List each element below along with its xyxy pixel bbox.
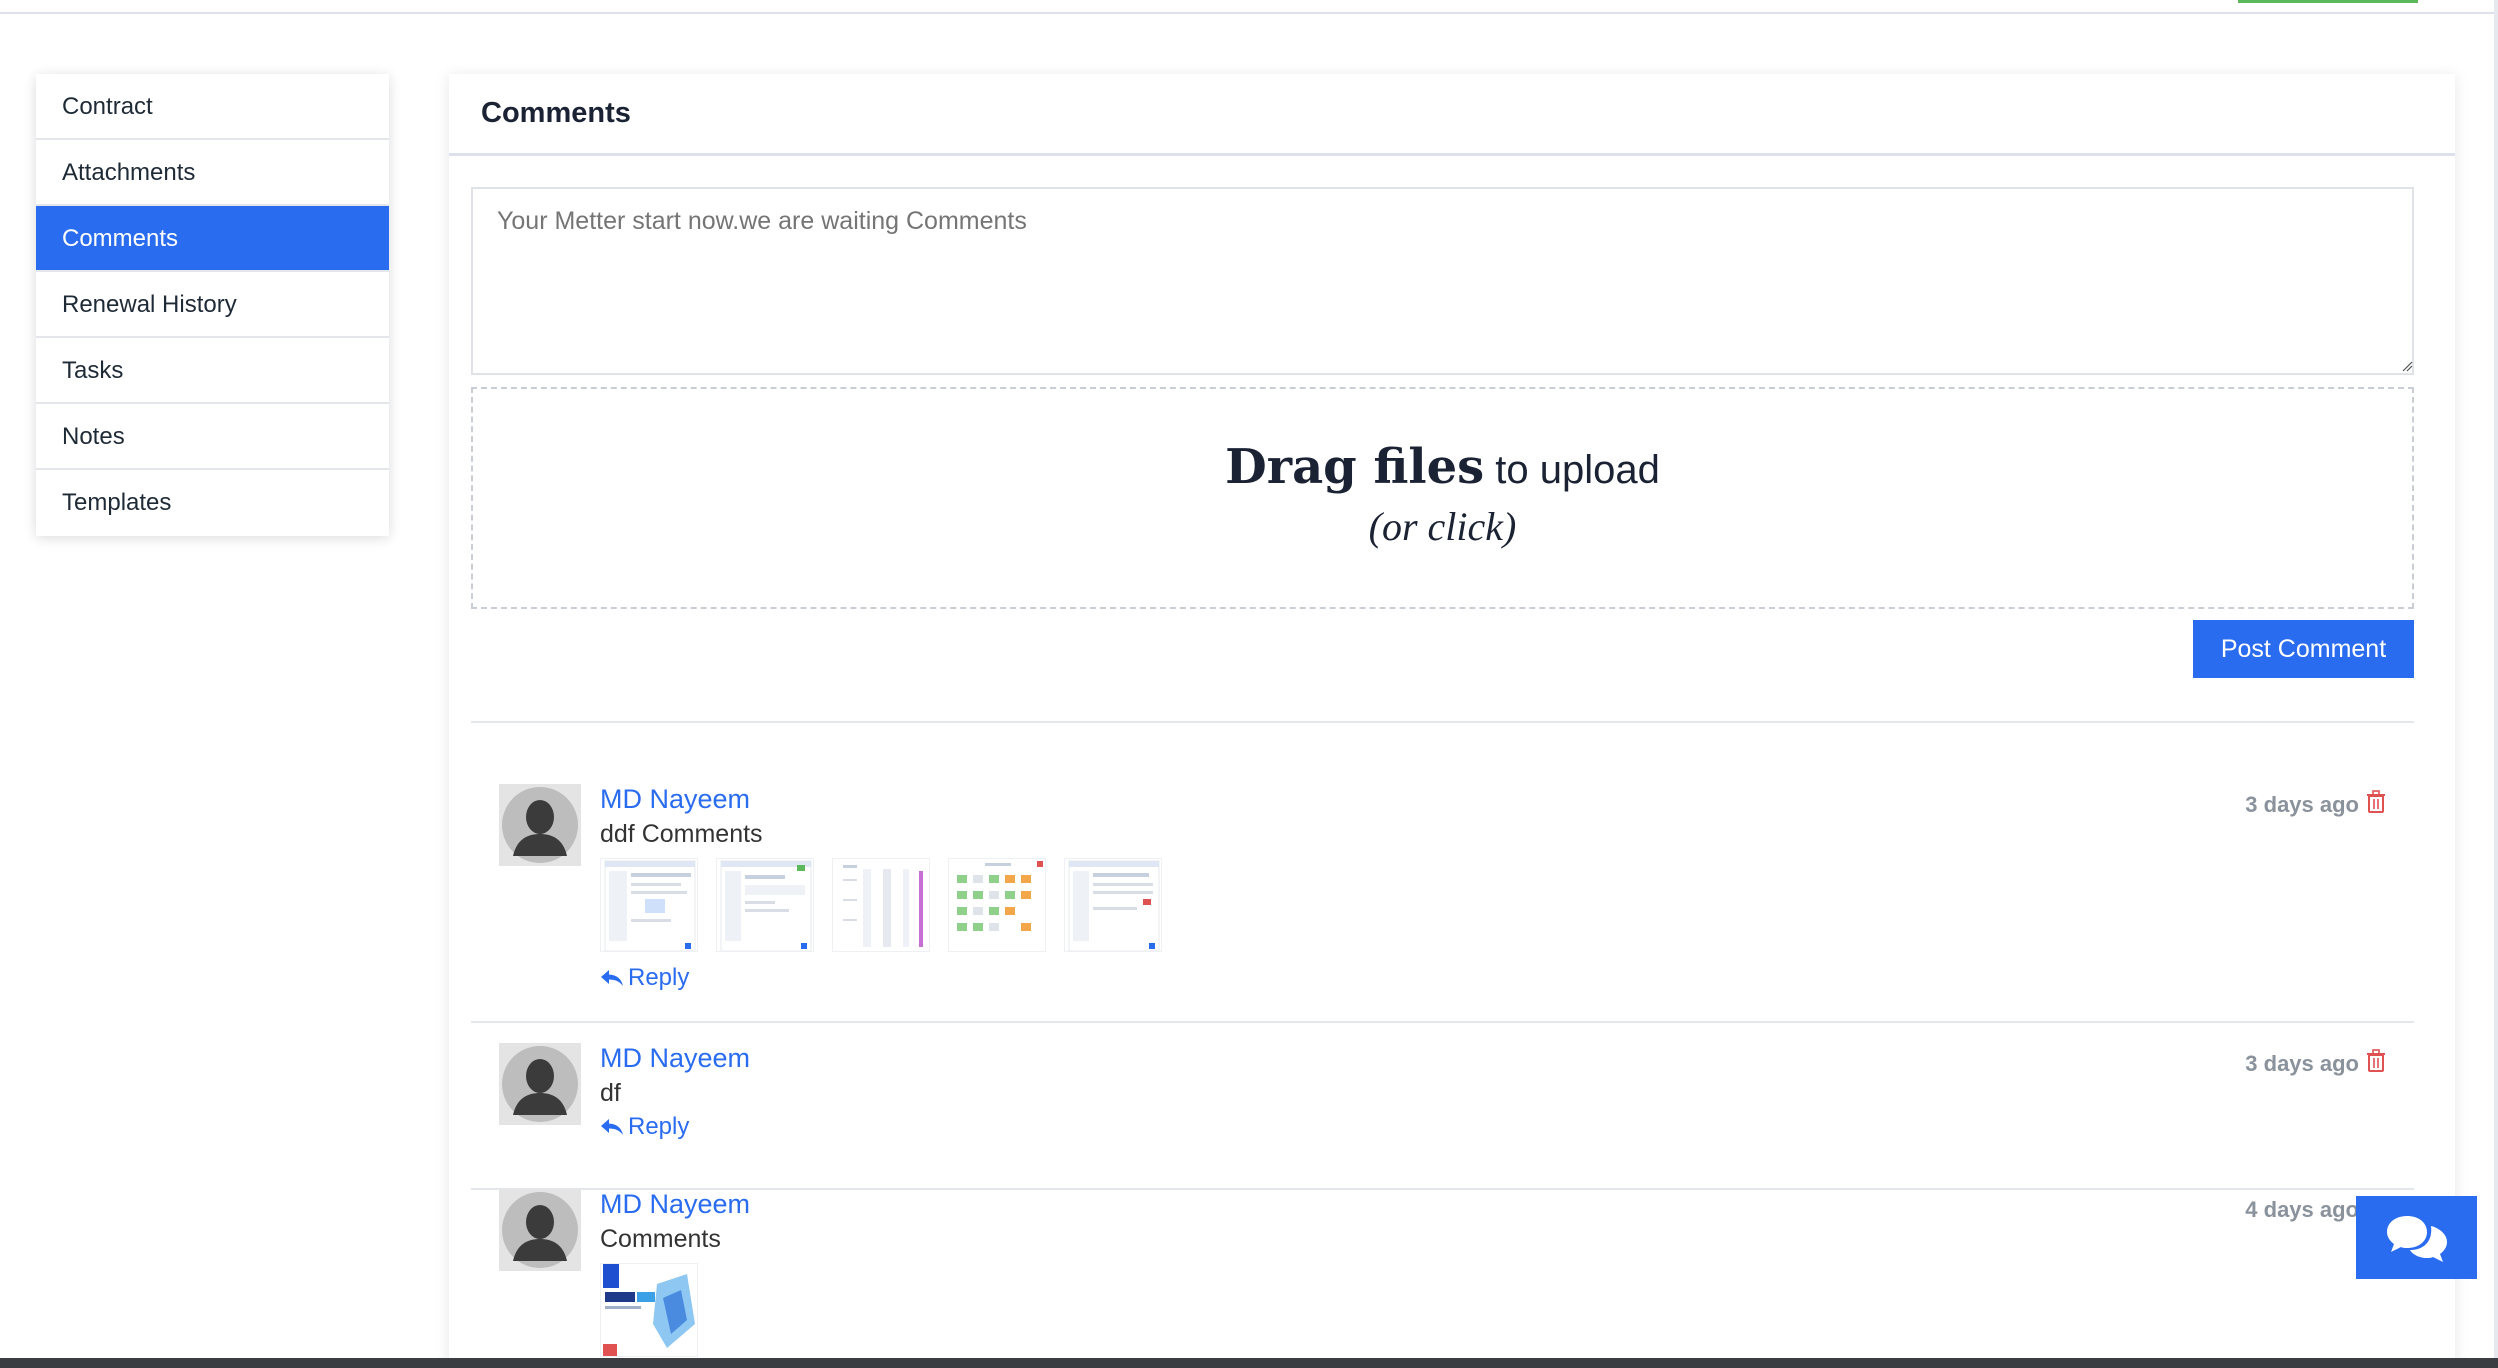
attachment-thumbnail[interactable] <box>1064 858 1162 952</box>
comments-panel: Comments Drag files to upload (or click)… <box>449 74 2455 1364</box>
dropzone-subtitle: (or click) <box>1368 504 1517 549</box>
dropzone-strong-text: Drag files <box>1225 439 1485 495</box>
trash-icon[interactable] <box>2366 790 2386 814</box>
avatar <box>499 1189 581 1271</box>
chat-bubbles-icon <box>2386 1215 2447 1262</box>
comment-author-link[interactable]: MD Nayeem <box>600 1043 750 1074</box>
top-bar <box>0 0 2498 14</box>
trash-icon[interactable] <box>2366 1049 2386 1073</box>
attachment-thumbnail[interactable] <box>948 858 1046 952</box>
attachment-thumbnail[interactable] <box>832 858 930 952</box>
comment-item: MD Nayeem ddf Comments 3 days ago Reply <box>471 784 2414 1023</box>
sidebar-item-templates[interactable]: Templates <box>36 470 389 536</box>
sidebar-item-notes[interactable]: Notes <box>36 404 389 470</box>
reply-label: Reply <box>628 1113 690 1140</box>
comment-text: Comments <box>600 1225 721 1253</box>
resize-grip-icon[interactable] <box>2401 360 2413 372</box>
panel-header: Comments <box>449 74 2455 156</box>
comments-divider <box>471 721 2414 723</box>
comment-input[interactable] <box>471 187 2414 375</box>
sidebar-item-tasks[interactable]: Tasks <box>36 338 389 404</box>
comment-item: MD Nayeem df 3 days ago Reply <box>471 1043 2414 1190</box>
attachment-thumbnails <box>600 1263 698 1357</box>
comment-timestamp: 3 days ago <box>2245 792 2359 817</box>
panel-title: Comments <box>481 97 631 129</box>
bottom-bar <box>0 1358 2498 1368</box>
comment-text: ddf Comments <box>600 820 763 848</box>
avatar <box>499 1043 581 1125</box>
user-silhouette-icon <box>499 784 581 866</box>
comment-text: df <box>600 1079 621 1107</box>
reply-label: Reply <box>628 964 690 991</box>
sidebar-item-contract[interactable]: Contract <box>36 74 389 140</box>
window-edge <box>2494 0 2498 1368</box>
comment-author-link[interactable]: MD Nayeem <box>600 1189 750 1220</box>
reply-button[interactable]: Reply <box>600 964 689 992</box>
attachment-thumbnail[interactable] <box>600 858 698 952</box>
reply-icon <box>601 970 623 986</box>
user-silhouette-icon <box>499 1189 581 1271</box>
top-bar-accent <box>2238 0 2418 3</box>
attachment-thumbnails <box>600 858 1162 952</box>
dropzone-rest-text: to upload <box>1484 448 1660 492</box>
sidebar-item-comments[interactable]: Comments <box>36 206 389 272</box>
attachment-thumbnail[interactable] <box>600 1263 698 1357</box>
file-dropzone[interactable]: Drag files to upload (or click) <box>471 387 2414 609</box>
sidebar-item-renewal-history[interactable]: Renewal History <box>36 272 389 338</box>
user-silhouette-icon <box>499 1043 581 1125</box>
sidebar-nav: Contract Attachments Comments Renewal Hi… <box>36 74 389 536</box>
attachment-thumbnail[interactable] <box>716 858 814 952</box>
dropzone-title: Drag files to upload <box>473 439 2412 495</box>
comment-item: MD Nayeem Comments 4 days ago <box>471 1189 2414 1364</box>
comment-timestamp: 3 days ago <box>2245 1051 2359 1076</box>
post-comment-button[interactable]: Post Comment <box>2193 620 2414 678</box>
avatar <box>499 784 581 866</box>
chat-button[interactable] <box>2356 1196 2477 1279</box>
sidebar-item-attachments[interactable]: Attachments <box>36 140 389 206</box>
reply-button[interactable]: Reply <box>600 1113 689 1141</box>
reply-icon <box>601 1119 623 1135</box>
comment-timestamp: 4 days ago <box>2245 1197 2359 1222</box>
comment-author-link[interactable]: MD Nayeem <box>600 784 750 815</box>
